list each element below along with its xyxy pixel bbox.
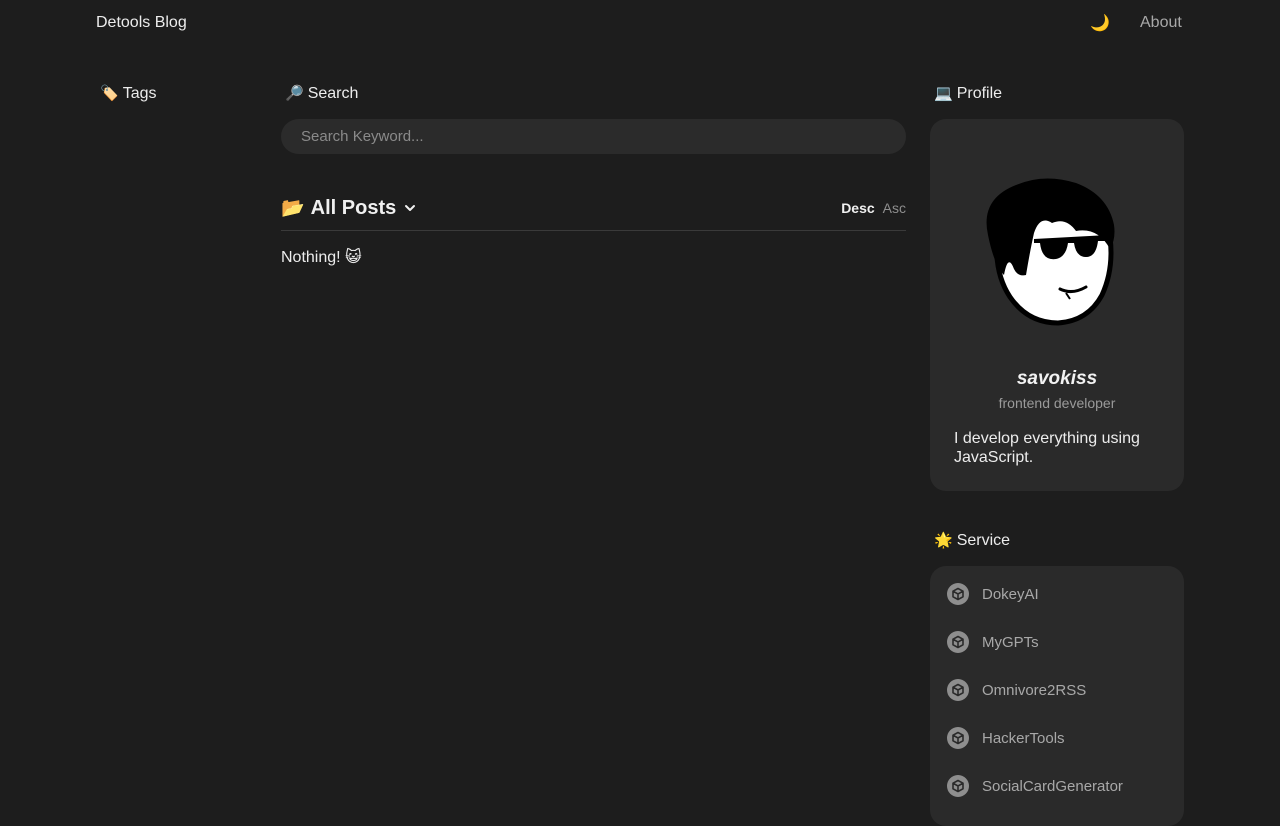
cube-icon <box>947 775 969 797</box>
service-item-label: MyGPTs <box>982 633 1039 651</box>
profile-name: savokiss <box>1016 368 1098 389</box>
service-item-label: DokeyAI <box>982 585 1039 603</box>
sort-desc-button[interactable]: Desc <box>841 200 874 216</box>
folder-icon: 📂 <box>281 198 305 219</box>
magnifier-icon: 🔎 <box>285 85 304 102</box>
profile-role: frontend developer <box>998 395 1116 411</box>
search-heading-label: Search <box>307 85 359 102</box>
cube-icon <box>947 727 969 749</box>
service-card: DokeyAI MyGPTs Omnivore2RSS HackerTools … <box>930 566 1184 826</box>
service-heading-label: Service <box>956 532 1011 549</box>
category-dropdown[interactable]: 📂 All Posts <box>281 196 416 220</box>
about-link[interactable]: About <box>1140 14 1182 32</box>
tags-heading: 🏷️ Tags <box>100 84 156 103</box>
tags-heading-label: Tags <box>122 85 157 102</box>
posts-header: 📂 All Posts Desc Asc <box>281 194 906 231</box>
sort-asc-button[interactable]: Asc <box>883 200 906 216</box>
cube-icon <box>947 679 969 701</box>
service-heading: 🌟 Service <box>934 531 1010 550</box>
top-navbar: Detools Blog 🌙 About <box>0 0 1280 48</box>
search-box <box>281 119 906 154</box>
cube-icon <box>947 583 969 605</box>
search-input[interactable] <box>281 119 906 154</box>
site-brand-link[interactable]: Detools Blog <box>96 14 187 32</box>
tag-icon: 🏷️ <box>100 85 119 102</box>
chevron-down-icon <box>405 205 416 211</box>
profile-heading-label: Profile <box>956 85 1003 102</box>
category-dropdown-label: All Posts <box>310 196 397 219</box>
sort-toggle: Desc Asc <box>841 200 906 216</box>
service-item-label: HackerTools <box>982 729 1065 747</box>
empty-posts-message: Nothing! 😺 <box>281 249 362 266</box>
service-item-hackertools[interactable]: HackerTools <box>947 726 1065 750</box>
star-icon: 🌟 <box>934 532 953 549</box>
service-item-dokeyai[interactable]: DokeyAI <box>947 582 1039 606</box>
cube-icon <box>947 631 969 653</box>
service-item-mygpts[interactable]: MyGPTs <box>947 630 1039 654</box>
profile-card: savokiss frontend developer I develop ev… <box>930 119 1184 491</box>
service-item-label: SocialCardGenerator <box>982 777 1123 795</box>
profile-bio: I develop everything using JavaScript. <box>954 430 1140 466</box>
service-item-label: Omnivore2RSS <box>982 681 1087 699</box>
avatar <box>986 178 1115 326</box>
service-item-socialcardgenerator[interactable]: SocialCardGenerator <box>947 774 1123 798</box>
service-item-omnivore2rss[interactable]: Omnivore2RSS <box>947 678 1086 702</box>
laptop-icon: 💻 <box>934 85 953 102</box>
moon-icon[interactable]: 🌙 <box>1090 13 1110 33</box>
profile-heading: 💻 Profile <box>934 84 1002 103</box>
search-heading: 🔎 Search <box>285 84 358 103</box>
